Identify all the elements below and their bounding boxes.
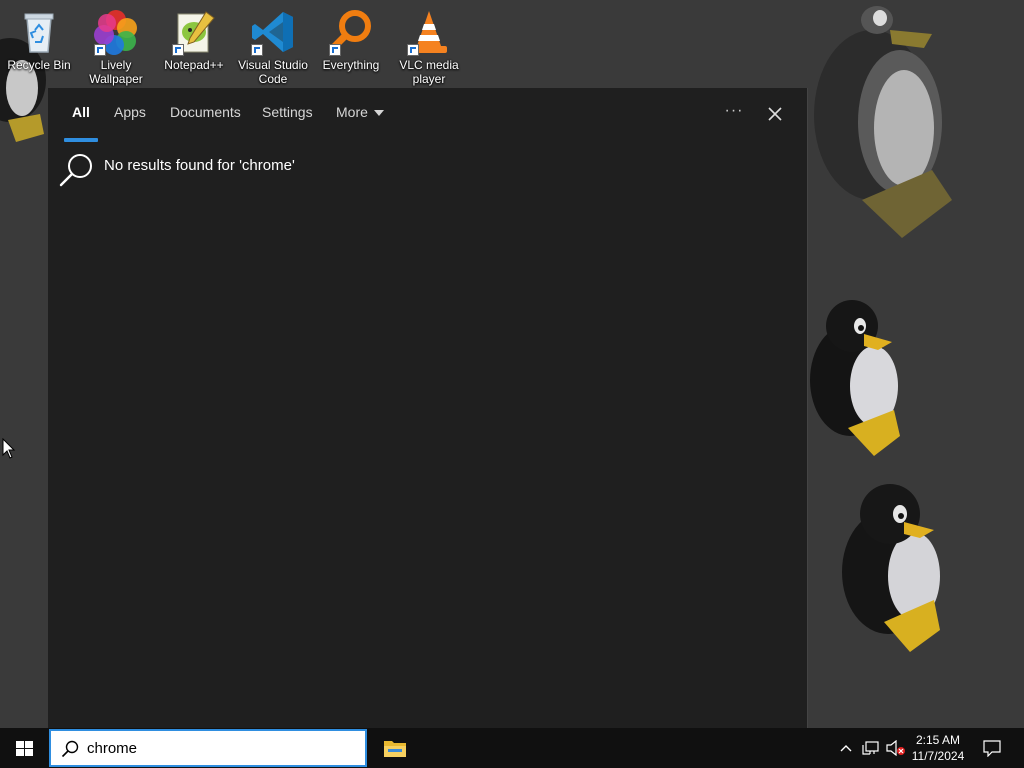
taskbar: 2:15 AM 11/7/2024 [0,728,1024,768]
file-explorer-icon [384,741,406,757]
windows-logo-icon [16,741,33,756]
desktop-icon-recycle-bin[interactable]: Recycle Bin [0,4,78,72]
search-icon [59,154,92,187]
desktop-icon-label: Notepad++ [164,58,224,72]
tab-label: Settings [262,104,313,120]
tab-apps[interactable]: Apps [114,104,146,140]
search-input[interactable] [87,737,357,759]
tab-label: Documents [170,104,241,120]
network-icon [862,741,879,755]
network-status[interactable] [860,728,882,768]
wallpaper-penguin-top-right [812,0,972,245]
close-icon [768,107,782,121]
desktop-icon-lively-wallpaper[interactable]: Lively Wallpaper [77,4,155,86]
system-clock[interactable]: 2:15 AM 11/7/2024 [908,732,968,764]
clock-date: 11/7/2024 [911,749,965,763]
close-button[interactable] [760,100,790,128]
volume-muted-icon [886,740,905,756]
wallpaper-penguin-middle-right [808,298,908,458]
search-panel: All Apps Documents Settings More ··· No … [48,88,808,728]
desktop-icon-label: Recycle Bin [7,58,71,72]
desktop-icon-notepad-plus-plus[interactable]: Notepad++ [155,4,233,72]
chevron-up-icon [840,745,852,752]
more-options-button[interactable]: ··· [718,98,750,128]
shortcut-arrow-icon [251,44,263,56]
tab-label: Apps [114,104,146,120]
start-button[interactable] [0,728,48,768]
clock-time: 2:15 AM [915,733,961,747]
search-icon [61,740,79,758]
no-results-message: No results found for 'chrome' [58,152,458,188]
tab-more[interactable]: More [336,104,384,140]
mouse-cursor-icon [2,437,16,465]
action-center-button[interactable] [978,728,1006,768]
wallpaper-penguin-bottom-right [840,482,950,657]
shortcut-arrow-icon [329,44,341,56]
tab-settings[interactable]: Settings [262,104,313,140]
desktop-icon-label: Everything [322,58,380,72]
recycle-bin-icon [24,13,54,53]
desktop-icon-everything[interactable]: Everything [312,4,390,72]
desktop-icon-visual-studio-code[interactable]: Visual Studio Code [234,4,312,86]
desktop-icon-label: Visual Studio Code [238,58,308,86]
shortcut-arrow-icon [172,44,184,56]
desktop-icon-vlc[interactable]: VLC media player [390,4,468,86]
taskbar-search-box[interactable] [49,729,367,767]
notification-icon [983,740,1001,757]
tab-label: All [72,104,90,120]
taskbar-file-explorer[interactable] [376,728,414,768]
desktop-icon-label: Lively Wallpaper [89,58,143,86]
tab-all[interactable]: All [64,104,98,142]
show-hidden-icons-button[interactable] [836,728,856,768]
search-tabs: All Apps Documents Settings More [48,88,807,142]
shortcut-arrow-icon [94,44,106,56]
volume-status[interactable] [884,728,906,768]
no-results-text: No results found for 'chrome' [104,157,295,174]
chevron-down-icon [373,110,384,117]
tab-documents[interactable]: Documents [170,104,241,140]
tab-label: More [336,104,368,120]
desktop-icon-label: VLC media player [399,58,459,86]
shortcut-arrow-icon [407,44,419,56]
desktop-icons: Recycle Bin Lively Wallpaper Notepad++ V… [0,0,470,90]
